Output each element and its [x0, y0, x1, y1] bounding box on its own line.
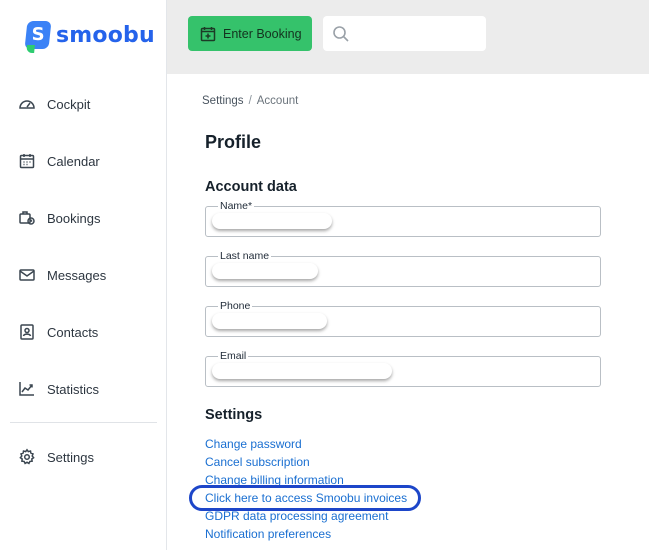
- brand-mark-icon: S: [24, 21, 52, 53]
- chart-icon: [19, 382, 34, 396]
- cancel-subscription-link[interactable]: Cancel subscription: [205, 453, 417, 471]
- enter-booking-label: Enter Booking: [223, 26, 302, 41]
- calendar-plus-icon: [200, 26, 216, 41]
- name-field-label: Name*: [218, 200, 255, 212]
- search-icon: [333, 25, 349, 42]
- sidebar-item-bookings[interactable]: Bookings: [18, 207, 100, 229]
- notification-preferences-link[interactable]: Notification preferences: [205, 525, 417, 543]
- sidebar-item-label: Messages: [47, 267, 107, 283]
- brand-logo[interactable]: S smoobu: [24, 20, 155, 53]
- last-name-value-redacted: [212, 263, 318, 279]
- email-field-label: Email: [218, 350, 249, 362]
- phone-field[interactable]: Phone: [205, 300, 601, 337]
- breadcrumb-separator: /: [248, 95, 252, 107]
- gear-icon: [19, 448, 35, 465]
- change-password-link[interactable]: Change password: [205, 435, 417, 453]
- sidebar-item-calendar[interactable]: Calendar: [18, 150, 100, 172]
- sidebar-item-label: Statistics: [47, 381, 100, 397]
- breadcrumb-settings-link[interactable]: Settings: [202, 95, 244, 107]
- search-input[interactable]: [356, 26, 476, 41]
- account-data-heading: Account data: [205, 179, 297, 195]
- bookings-icon: [19, 211, 35, 225]
- email-field[interactable]: Email: [205, 350, 601, 387]
- sidebar-item-statistics[interactable]: Statistics: [18, 378, 99, 400]
- sidebar-item-label: Contacts: [47, 324, 99, 340]
- sidebar-item-settings[interactable]: Settings: [18, 446, 94, 468]
- change-billing-link[interactable]: Change billing information: [205, 471, 417, 489]
- phone-value-redacted: [212, 313, 327, 329]
- last-name-field-label: Last name: [218, 250, 272, 262]
- gdpr-agreement-link[interactable]: GDPR data processing agreement: [205, 507, 417, 525]
- contact-card-icon: [20, 324, 34, 340]
- sidebar-item-cockpit[interactable]: Cockpit: [18, 93, 90, 115]
- sidebar-item-messages[interactable]: Messages: [18, 264, 106, 286]
- smoobu-invoices-link[interactable]: Click here to access Smoobu invoices: [189, 485, 421, 511]
- search-box[interactable]: [323, 16, 486, 51]
- gauge-icon: [19, 100, 35, 109]
- last-name-field[interactable]: Last name: [205, 250, 601, 287]
- envelope-icon: [19, 269, 35, 281]
- sidebar-divider: [10, 422, 157, 423]
- settings-heading: Settings: [205, 407, 263, 423]
- top-bar: Enter Booking: [167, 0, 649, 74]
- brand-name: smoobu: [56, 22, 155, 48]
- sidebar-item-contacts[interactable]: Contacts: [18, 321, 98, 343]
- email-value-redacted: [212, 363, 392, 379]
- page-title: Profile: [205, 132, 262, 152]
- sidebar-item-label: Cockpit: [47, 96, 91, 112]
- enter-booking-button[interactable]: Enter Booking: [188, 16, 312, 51]
- sidebar-item-label: Calendar: [47, 153, 100, 169]
- sidebar-item-label: Settings: [47, 449, 94, 465]
- name-field[interactable]: Name*: [205, 200, 601, 237]
- breadcrumb-current: Account: [256, 95, 299, 107]
- settings-links: Change password Cancel subscription Chan…: [189, 435, 421, 543]
- phone-field-label: Phone: [218, 300, 253, 312]
- breadcrumb: Settings / Account: [202, 95, 298, 107]
- calendar-icon: [19, 154, 35, 169]
- sidebar: S smoobu Cockpit Calendar Bookings Messa…: [0, 0, 167, 550]
- name-value-redacted: [212, 213, 332, 229]
- sidebar-item-label: Bookings: [47, 210, 101, 226]
